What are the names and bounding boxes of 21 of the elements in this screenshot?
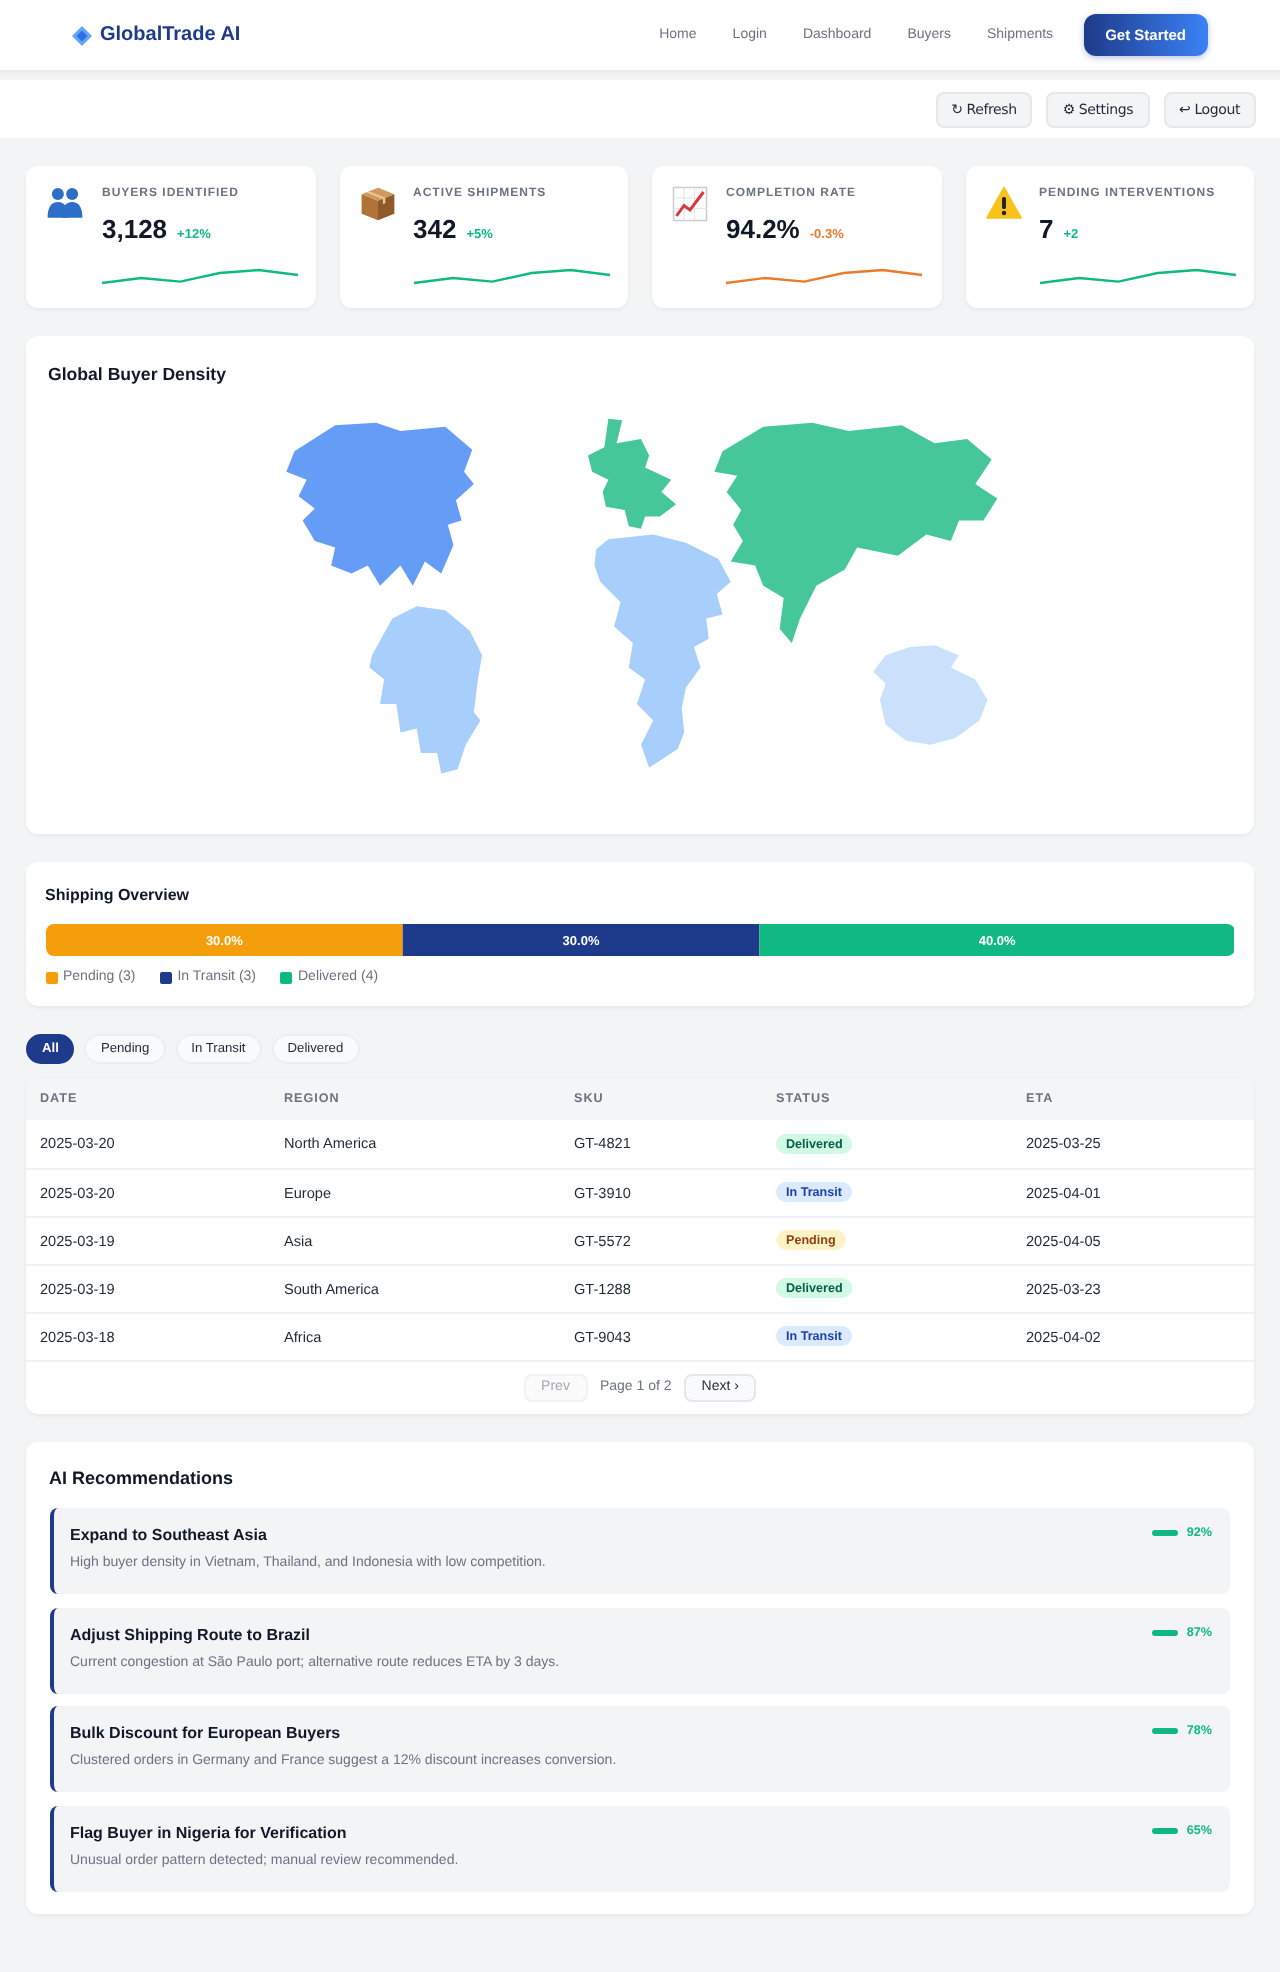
warning-icon — [985, 186, 1021, 220]
chart-icon — [672, 186, 708, 222]
card-title: AI Recommendations — [49, 1465, 236, 1489]
kpi-value: 7 — [1039, 214, 1054, 246]
recommendation-title: Expand to Southeast Asia — [70, 1524, 269, 1546]
package-icon — [359, 186, 395, 222]
bar-icon — [1152, 1728, 1179, 1734]
card-title: Shipping Overview — [45, 884, 192, 908]
recommendation-title: Adjust Shipping Route to Brazil — [70, 1623, 312, 1645]
kpi-value: 342 — [413, 214, 457, 246]
kpi-value: 94.2% — [726, 214, 800, 246]
people-icon — [46, 186, 84, 218]
bar-icon — [1152, 1827, 1179, 1833]
card-title: Global Buyer Density — [48, 362, 228, 386]
bar-icon — [1152, 1629, 1179, 1635]
recommendation-title: Flag Buyer in Nigeria for Verification — [70, 1821, 349, 1843]
logo-icon — [72, 25, 92, 45]
bar-icon — [1152, 1530, 1179, 1536]
kpi-value: 3,128 — [102, 214, 168, 246]
recommendation-title: Bulk Discount for European Buyers — [70, 1722, 343, 1744]
brand-name: GlobalTrade AI — [100, 24, 241, 46]
